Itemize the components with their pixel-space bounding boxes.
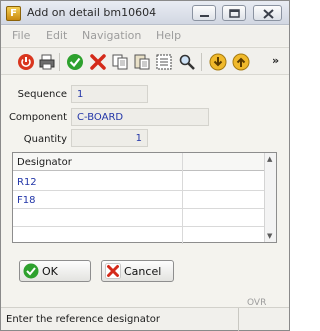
upload-icon[interactable] [232, 53, 250, 71]
print-icon[interactable] [38, 53, 56, 71]
menu-file[interactable]: File [12, 29, 30, 42]
menu-bar: File Edit Navigation Help [1, 26, 289, 46]
toolbar: » [1, 47, 289, 75]
close-button[interactable] [253, 5, 282, 21]
row-divider [13, 226, 264, 227]
overwrite-mode-indicator: OVR [247, 298, 267, 308]
paste-icon[interactable] [133, 53, 151, 71]
quantity-field[interactable]: 1 [71, 129, 148, 147]
check-icon[interactable] [66, 53, 84, 71]
status-message: Enter the reference designator [6, 314, 160, 325]
maximize-button[interactable] [222, 5, 246, 21]
app-icon: F [6, 6, 21, 21]
toolbar-separator [59, 53, 60, 71]
copy-icon[interactable] [111, 53, 129, 71]
close-icon [263, 9, 274, 19]
title-bar[interactable]: F Add on detail bm10604 [1, 1, 289, 25]
ok-button[interactable]: OK [19, 260, 91, 282]
grid-vertical-scrollbar[interactable]: ▲ ▼ [264, 153, 276, 242]
maximize-icon [229, 9, 240, 18]
cancel-button-label: Cancel [124, 265, 162, 278]
check-icon [23, 263, 39, 279]
sequence-field[interactable]: 1 [71, 85, 148, 103]
component-label: Component [8, 112, 67, 123]
select-all-icon[interactable] [155, 53, 173, 71]
minimize-button[interactable] [192, 5, 216, 21]
component-field[interactable]: C-BOARD [71, 108, 209, 126]
cancel-button[interactable]: Cancel [101, 260, 174, 282]
table-cell-designator[interactable]: F18 [17, 195, 35, 206]
cancel-x-icon[interactable] [89, 53, 107, 71]
sequence-label: Sequence [17, 89, 67, 100]
power-icon[interactable] [17, 53, 35, 71]
status-bar: Enter the reference designator OVR [1, 298, 289, 331]
cancel-x-icon [105, 263, 121, 279]
dialog-window: F Add on detail bm10604 File Edit Naviga… [0, 0, 290, 331]
ok-button-label: OK [42, 265, 58, 278]
toolbar-separator [201, 53, 202, 71]
scroll-down-arrow-icon[interactable]: ▼ [267, 232, 272, 240]
scroll-up-arrow-icon[interactable]: ▲ [267, 155, 272, 163]
row-divider [13, 190, 264, 191]
status-separator [238, 308, 239, 331]
menu-navigation[interactable]: Navigation [82, 29, 141, 42]
minimize-icon [200, 15, 209, 17]
window-title: Add on detail bm10604 [27, 6, 157, 19]
column-header-designator[interactable]: Designator [17, 157, 72, 168]
table-cell-designator[interactable]: R12 [17, 177, 37, 188]
column-divider [182, 153, 183, 244]
download-icon[interactable] [209, 53, 227, 71]
menu-help[interactable]: Help [156, 29, 181, 42]
grid-header: Designator [13, 153, 264, 171]
quantity-label: Quantity [23, 134, 67, 145]
designator-grid[interactable]: Designator R12 F18 ▲ ▼ [12, 152, 277, 244]
toolbar-overflow-button[interactable]: » [272, 54, 279, 67]
row-divider [13, 208, 264, 209]
menu-edit[interactable]: Edit [46, 29, 67, 42]
find-icon[interactable] [178, 53, 196, 71]
